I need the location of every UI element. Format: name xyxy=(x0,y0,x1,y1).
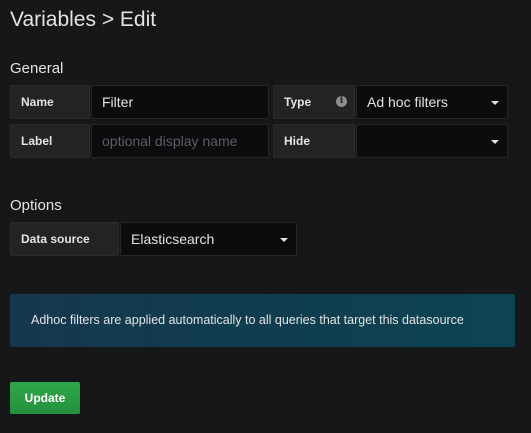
info-icon[interactable]: i xyxy=(336,96,347,107)
update-button[interactable]: Update xyxy=(10,382,80,414)
data-source-select-value: Elasticsearch xyxy=(131,231,215,247)
options-section-title: Options xyxy=(10,197,62,214)
page-title: Variables > Edit xyxy=(10,8,157,31)
data-source-select[interactable]: Elasticsearch xyxy=(120,222,297,256)
info-banner: Adhoc filters are applied automatically … xyxy=(10,294,515,347)
type-select[interactable]: Ad hoc filters xyxy=(356,85,508,119)
chevron-down-icon xyxy=(491,101,499,105)
chevron-down-icon xyxy=(280,238,288,242)
chevron-down-icon xyxy=(491,140,499,144)
variable-edit-page: Variables > Edit General Name Type i Ad … xyxy=(0,0,531,433)
type-label-box: Type i xyxy=(273,85,355,119)
type-label: Type xyxy=(284,95,312,109)
data-source-label: Data source xyxy=(10,222,119,256)
name-input[interactable] xyxy=(91,85,269,119)
type-select-value: Ad hoc filters xyxy=(367,94,448,110)
label-input[interactable] xyxy=(91,124,269,158)
name-label: Name xyxy=(10,85,90,119)
hide-label: Hide xyxy=(273,124,355,158)
general-section-title: General xyxy=(10,60,64,77)
label-label: Label xyxy=(10,124,90,158)
hide-select[interactable] xyxy=(356,124,508,158)
